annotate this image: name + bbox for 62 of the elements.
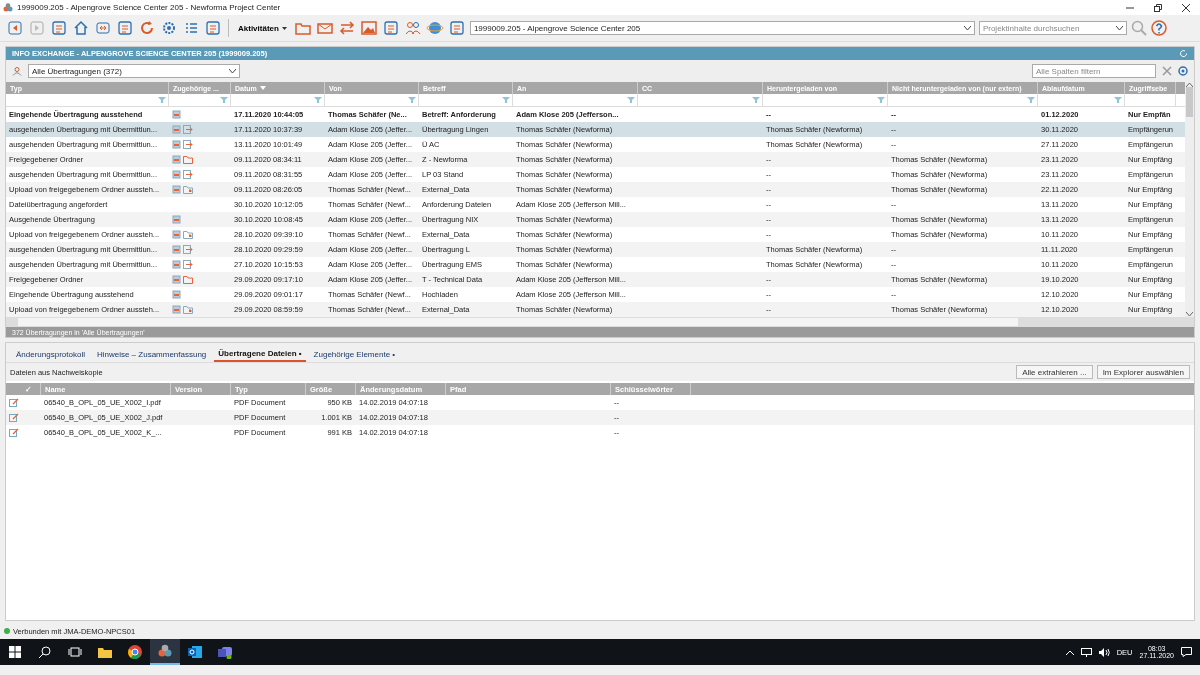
people-icon[interactable] [403,19,422,37]
image-icon[interactable] [359,19,378,37]
settings-icon[interactable] [1178,66,1188,76]
task-view-icon[interactable] [68,647,82,657]
filter-icon[interactable] [627,97,635,103]
gear-icon[interactable] [160,19,178,37]
refresh-icon[interactable] [138,19,156,37]
caret-icon[interactable] [1115,26,1123,30]
help-icon[interactable] [1150,20,1167,36]
exchange-arrows-icon[interactable] [337,19,356,37]
window-title: 1999009.205 - Alpengrove Science Center 205 - Newforma Project Center [17,3,281,12]
vertical-scrollbar[interactable] [1185,82,1194,317]
browser-icon[interactable] [128,645,142,659]
scroll-up-icon[interactable] [1186,82,1193,87]
caret-icon[interactable] [229,69,236,73]
filter-icon[interactable] [314,97,322,103]
app-logo-icon[interactable] [158,644,172,658]
network-icon[interactable] [1080,647,1092,657]
app-logo-icon [3,2,13,13]
caret-icon[interactable] [963,26,971,30]
start-icon[interactable] [9,646,21,658]
filter-field[interactable]: Alle Spalten filtern [1032,64,1156,78]
refresh-icon[interactable] [1179,49,1188,58]
chat-app-icon[interactable] [218,645,232,659]
tab[interactable]: Änderungsprotokoll [12,346,89,362]
chevron-up-icon[interactable] [1065,649,1074,655]
project-dropdown[interactable]: 1999009.205 - Alpengrove Science Center 205 [469,21,975,35]
filter-icon[interactable] [1114,97,1122,103]
action-button[interactable]: Alle extrahieren ... [1016,365,1093,379]
view-dropdown[interactable]: Alle Übertragungen (372) [28,64,240,78]
action-button[interactable]: Im Explorer auswählen [1096,365,1190,379]
globe-icon[interactable] [425,19,444,37]
filter-icon[interactable] [502,97,510,103]
caret-icon [281,26,287,30]
horizontal-scrollbar[interactable] [6,317,1194,327]
mail-app-icon[interactable] [188,645,202,659]
clear-icon[interactable] [1162,66,1172,76]
close-icon[interactable] [1182,3,1190,12]
filter-icon[interactable] [408,97,416,103]
filter-icon[interactable] [752,97,760,103]
filter-icon[interactable] [220,97,228,103]
edit-document-icon[interactable] [9,413,19,422]
home-icon[interactable] [72,19,90,37]
person-icon[interactable] [12,66,22,76]
tab[interactable]: Zugehörige Elemente • [309,346,400,362]
tab[interactable]: Hinweise – Zusammenfassung [92,346,211,362]
edit-document-icon[interactable] [9,398,19,407]
filter-icon[interactable] [1027,97,1035,103]
sort-down-icon [259,86,266,90]
scroll-thumb[interactable] [1186,87,1193,117]
activities-menu[interactable]: Aktivitäten [235,23,290,33]
edit-document-icon[interactable] [9,428,19,437]
search-field[interactable]: Projektinhalte durchsuchen [978,21,1127,35]
restore-icon[interactable] [1154,3,1162,12]
speaker-icon[interactable] [1098,647,1110,657]
scroll-down-icon[interactable] [1186,312,1193,317]
filter-icon[interactable] [877,97,885,103]
search-icon[interactable] [39,646,51,658]
folder-icon[interactable] [98,646,112,658]
filter-icon[interactable] [158,97,166,103]
sync-icon[interactable] [94,19,112,37]
notification-icon[interactable] [1181,647,1192,657]
